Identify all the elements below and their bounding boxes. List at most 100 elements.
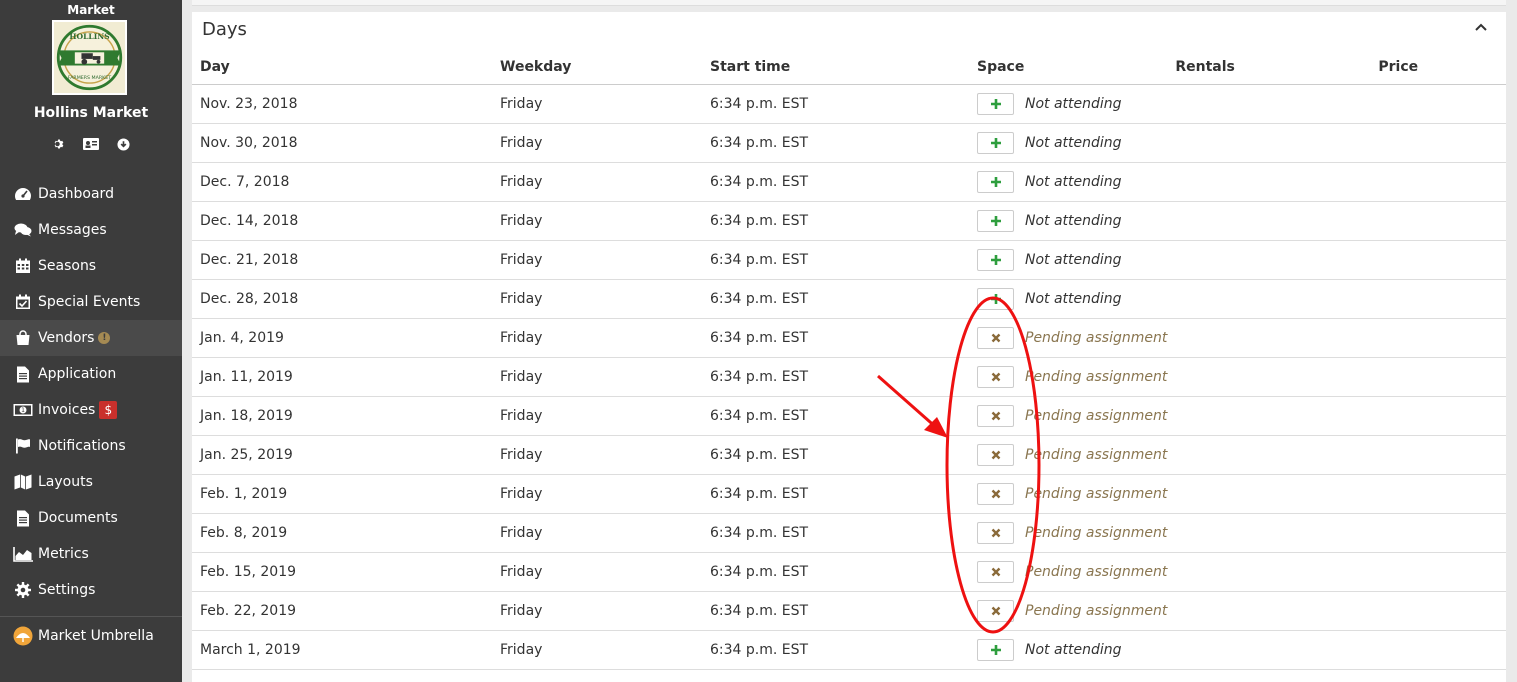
sidebar-item-label: Special Events [38, 294, 141, 310]
calendar-icon [13, 257, 33, 275]
id-card-icon[interactable] [83, 136, 99, 152]
umbrella-logo-icon [13, 626, 33, 646]
sidebar-item-label: Settings [38, 582, 96, 598]
cell-price [1370, 279, 1506, 319]
add-space-button[interactable] [977, 170, 1014, 193]
cell-space: Pending assignment [969, 591, 1168, 631]
cell-space: Pending assignment [969, 513, 1168, 553]
space-status: Not attending [1025, 95, 1122, 112]
column-header-rentals[interactable]: Rentals [1167, 50, 1371, 85]
cell-weekday: Friday [492, 84, 702, 124]
sidebar-item-market-umbrella[interactable]: Market Umbrella [0, 617, 182, 655]
cell-rentals [1167, 240, 1371, 280]
cell-space: Not attending [969, 279, 1168, 319]
cell-start-time: 6:34 p.m. EST [702, 240, 969, 280]
sidebar-item-special-events[interactable]: Special Events [0, 284, 182, 320]
close-icon [991, 411, 1001, 421]
cell-day: Dec. 14, 2018 [192, 201, 492, 241]
cell-rentals [1167, 123, 1371, 163]
cell-weekday: Friday [492, 123, 702, 163]
cell-space: Pending assignment [969, 474, 1168, 514]
cell-price [1370, 435, 1506, 475]
remove-space-button[interactable] [977, 560, 1014, 583]
sidebar-item-settings[interactable]: Settings [0, 572, 182, 608]
area-chart-icon [13, 545, 33, 563]
sidebar-quick-icons [0, 136, 182, 152]
add-space-button[interactable] [977, 638, 1014, 661]
cell-space: Pending assignment [969, 435, 1168, 475]
cell-price [1370, 318, 1506, 358]
cell-day: Dec. 7, 2018 [192, 162, 492, 202]
sidebar-item-label: Invoices [38, 402, 96, 418]
sidebar-item-invoices[interactable]: 1 Invoices $ [0, 392, 182, 428]
add-space-button[interactable] [977, 209, 1014, 232]
cell-space: Pending assignment [969, 318, 1168, 358]
cell-space: Not attending [969, 201, 1168, 241]
add-space-button[interactable] [977, 131, 1014, 154]
add-space-button[interactable] [977, 248, 1014, 271]
close-icon [991, 450, 1001, 460]
remove-space-button[interactable] [977, 365, 1014, 388]
file-icon [13, 365, 33, 383]
file-icon [13, 509, 33, 527]
download-circle-icon[interactable] [115, 136, 131, 152]
cell-rentals [1167, 201, 1371, 241]
table-row: Nov. 30, 2018 Friday 6:34 p.m. EST Not atte… [192, 123, 1506, 163]
column-header-start-time[interactable]: Start time [702, 50, 969, 85]
space-status: Pending assignment [1025, 446, 1168, 463]
close-icon [991, 606, 1001, 616]
days-panel: Days Day Weekday Start time Space Rental… [192, 12, 1506, 682]
remove-space-button[interactable] [977, 521, 1014, 544]
cell-weekday: Friday [492, 513, 702, 553]
market-logo[interactable]: HOLLINS FARMERS MARKET [52, 20, 127, 95]
cell-rentals [1167, 630, 1371, 670]
cell-rentals [1167, 318, 1371, 358]
column-header-space[interactable]: Space [969, 50, 1168, 85]
remove-space-button[interactable] [977, 599, 1014, 622]
gear-icon[interactable] [51, 136, 67, 152]
sidebar-item-dashboard[interactable]: Dashboard [0, 176, 182, 212]
plus-icon [990, 176, 1002, 188]
calendar-check-icon [13, 293, 33, 311]
cell-rentals [1167, 396, 1371, 436]
dashboard-icon [13, 185, 33, 203]
cell-price [1370, 240, 1506, 280]
chevron-up-icon[interactable] [1474, 20, 1488, 34]
cell-price [1370, 123, 1506, 163]
comments-icon [13, 221, 33, 239]
table-row: Jan. 4, 2019 Friday 6:34 p.m. EST Pending a… [192, 318, 1506, 358]
sidebar-item-documents[interactable]: Documents [0, 500, 182, 536]
remove-space-button[interactable] [977, 482, 1014, 505]
sidebar-item-layouts[interactable]: Layouts [0, 464, 182, 500]
cell-start-time: 6:34 p.m. EST [702, 435, 969, 475]
sidebar-item-metrics[interactable]: Metrics [0, 536, 182, 572]
table-row: Jan. 11, 2019 Friday 6:34 p.m. EST Pending … [192, 357, 1506, 397]
sidebar-item-application[interactable]: Application [0, 356, 182, 392]
column-header-weekday[interactable]: Weekday [492, 50, 702, 85]
invoices-dollar-badge: $ [99, 401, 118, 419]
column-header-price[interactable]: Price [1370, 50, 1506, 85]
column-header-day[interactable]: Day [192, 50, 492, 85]
add-space-button[interactable] [977, 287, 1014, 310]
money-icon: 1 [13, 401, 33, 419]
remove-space-button[interactable] [977, 326, 1014, 349]
close-icon [991, 333, 1001, 343]
sidebar-item-vendors[interactable]: Vendors ! [0, 320, 182, 356]
cell-start-time: 6:34 p.m. EST [702, 162, 969, 202]
table-row: Jan. 25, 2019 Friday 6:34 p.m. EST Pending … [192, 435, 1506, 475]
cell-weekday: Friday [492, 474, 702, 514]
table-row: Dec. 7, 2018 Friday 6:34 p.m. EST Not atten… [192, 162, 1506, 202]
remove-space-button[interactable] [977, 404, 1014, 427]
sidebar-item-notifications[interactable]: Notifications [0, 428, 182, 464]
table-header-row: Day Weekday Start time Space Rentals Pri… [192, 50, 1506, 85]
sidebar-item-label: Dashboard [38, 186, 114, 202]
cell-start-time: 6:34 p.m. EST [702, 474, 969, 514]
sidebar-item-seasons[interactable]: Seasons [0, 248, 182, 284]
space-status: Pending assignment [1025, 563, 1168, 580]
cell-day: Feb. 15, 2019 [192, 552, 492, 592]
add-space-button[interactable] [977, 92, 1014, 115]
cell-space: Not attending [969, 162, 1168, 202]
sidebar-item-messages[interactable]: Messages [0, 212, 182, 248]
remove-space-button[interactable] [977, 443, 1014, 466]
sidebar-item-label: Layouts [38, 474, 93, 490]
